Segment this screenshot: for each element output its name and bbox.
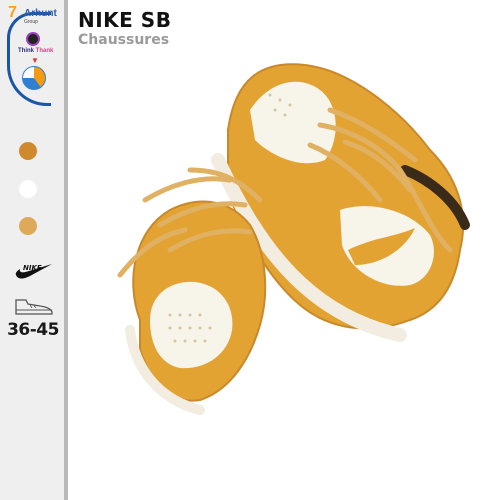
color-swatch-tan[interactable] <box>19 217 37 235</box>
logo-seven: 7 <box>8 4 17 21</box>
nike-swoosh-icon: NIKE <box>15 264 53 279</box>
think-thank-icon <box>26 32 40 46</box>
think-thank-label: Think Thank <box>18 48 54 54</box>
logo-name: Arhunt <box>24 8 57 19</box>
company-logo: 7 Arhunt Group Think Thank ▼ <box>4 4 58 108</box>
arrow-down-icon: ▼ <box>31 56 39 65</box>
page-title: NIKE SB <box>78 8 172 32</box>
color-swatch-gold[interactable] <box>19 142 37 160</box>
sidebar: 7 Arhunt Group Think Thank ▼ NIKE 36-45 <box>0 0 66 500</box>
color-swatch-white[interactable] <box>19 180 37 198</box>
logo-arc <box>7 12 51 106</box>
product-image <box>117 63 470 415</box>
shoe-icon <box>15 299 53 315</box>
sidebar-divider <box>64 0 68 500</box>
logo-group: Group <box>24 19 38 25</box>
size-range: 36-45 <box>7 320 59 340</box>
partner-logo-icon <box>22 66 46 90</box>
svg-text:NIKE: NIKE <box>23 264 42 272</box>
page-subtitle: Chaussures <box>78 32 170 48</box>
